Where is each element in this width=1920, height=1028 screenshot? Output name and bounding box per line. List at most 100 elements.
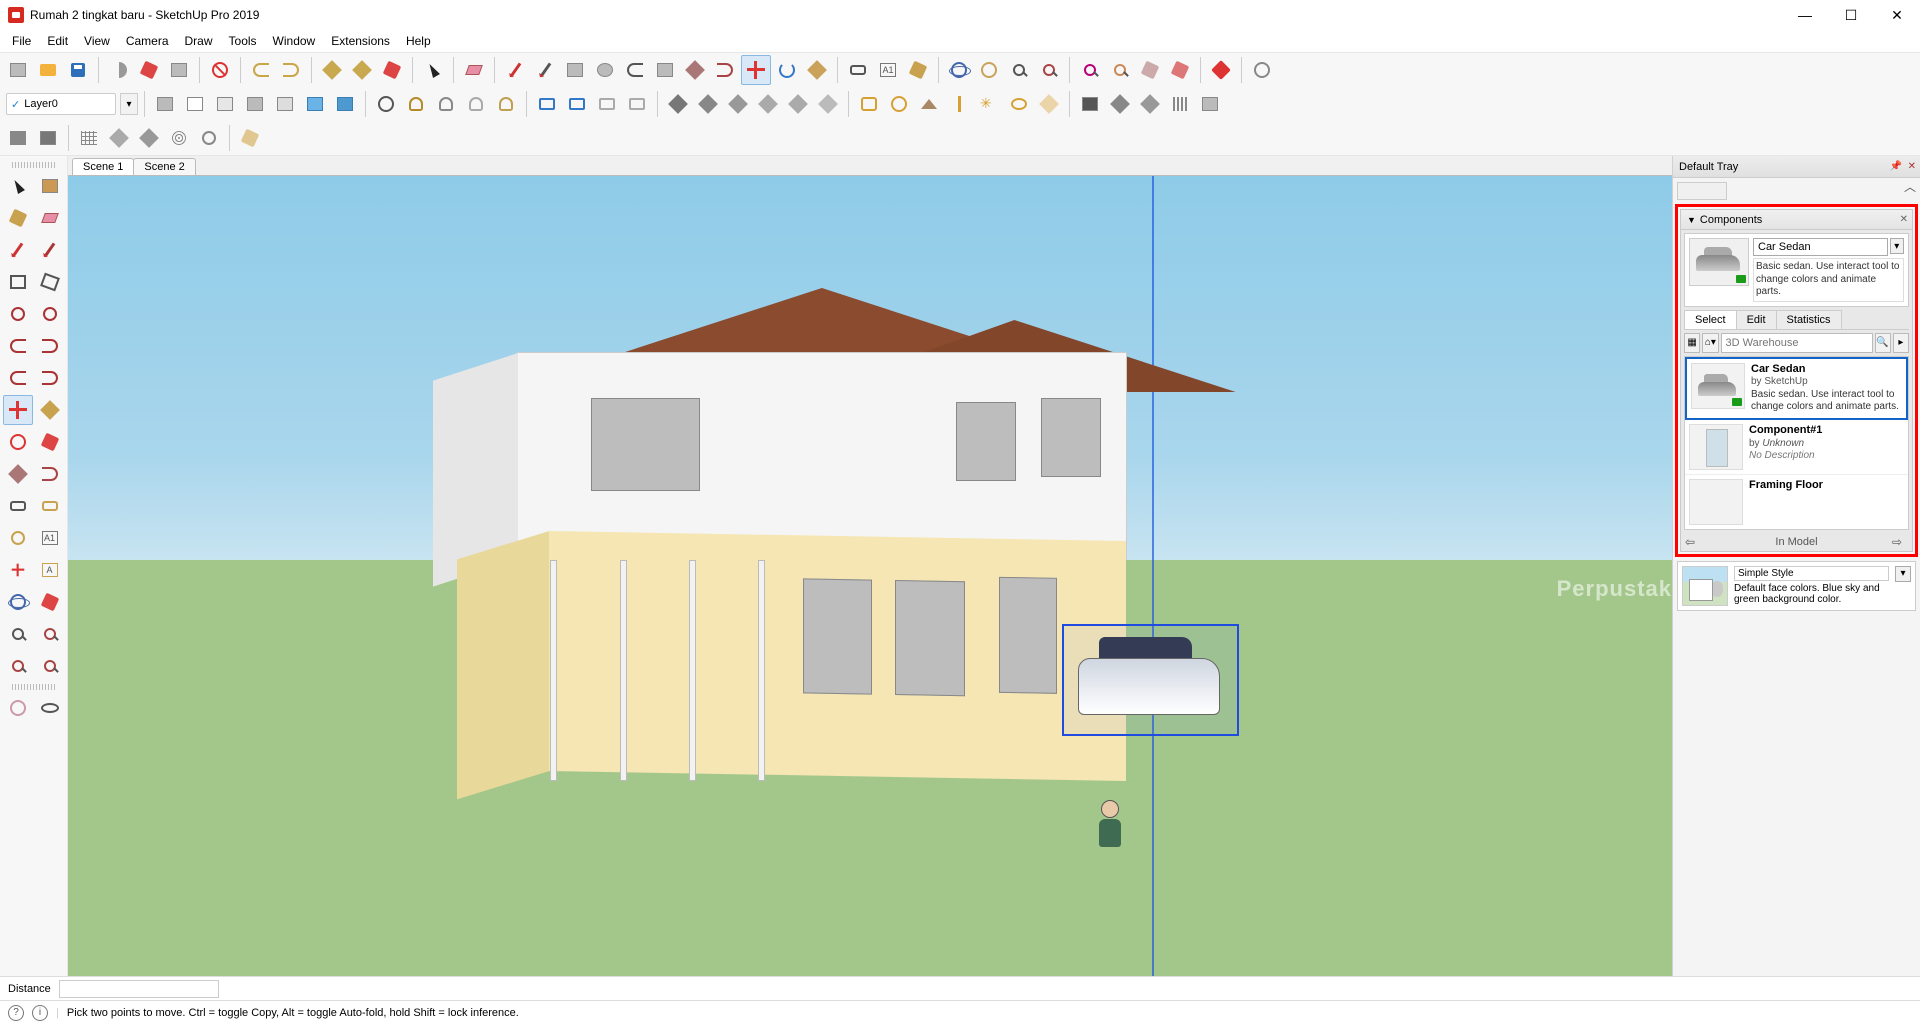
view-iso-icon[interactable]	[533, 90, 561, 118]
menu-draw[interactable]: Draw	[177, 32, 221, 50]
sandbox-8-icon[interactable]	[236, 124, 264, 152]
menu-edit[interactable]: Edit	[39, 32, 76, 50]
search-icon[interactable]: 🔍	[1875, 333, 1891, 353]
user-icon[interactable]	[1248, 56, 1276, 84]
tray-titlebar[interactable]: Default Tray 📌 ✕	[1673, 156, 1920, 178]
circle-icon[interactable]	[591, 56, 619, 84]
gems-icon[interactable]	[1207, 56, 1235, 84]
undo-icon[interactable]	[247, 56, 275, 84]
text-tool[interactable]: A1	[35, 523, 65, 553]
rect-icon[interactable]	[561, 56, 589, 84]
tray-pin-icon[interactable]: 📌	[1890, 161, 1902, 172]
arc3-tool[interactable]	[3, 363, 33, 393]
components-header[interactable]: ▼ Components ✕	[1681, 210, 1912, 230]
section-cut-icon[interactable]	[432, 90, 460, 118]
camera-4-icon[interactable]	[1166, 90, 1194, 118]
tray-subtab[interactable]	[1677, 182, 1727, 200]
face-style-1-icon[interactable]	[151, 90, 179, 118]
tape-tool[interactable]	[3, 491, 33, 521]
zoomext-icon[interactable]	[1035, 56, 1063, 84]
draw-icon[interactable]	[531, 56, 559, 84]
zoom-tool[interactable]	[3, 619, 33, 649]
pie-tool[interactable]	[35, 363, 65, 393]
sandbox-6-icon[interactable]	[165, 124, 193, 152]
paint-tool[interactable]	[3, 203, 33, 233]
shadow-2-icon[interactable]	[885, 90, 913, 118]
line-tool[interactable]	[3, 235, 33, 265]
view-top-icon[interactable]	[563, 90, 591, 118]
paste-icon[interactable]	[165, 56, 193, 84]
camera-5-icon[interactable]	[1196, 90, 1224, 118]
followme-tool[interactable]	[35, 427, 65, 457]
text-icon[interactable]: A1	[874, 56, 902, 84]
cut-icon[interactable]	[105, 56, 133, 84]
help-icon[interactable]: ?	[8, 1005, 24, 1021]
line-icon[interactable]	[501, 56, 529, 84]
toolbox-grip[interactable]	[12, 162, 55, 168]
sandbox-2-icon[interactable]	[34, 124, 62, 152]
circle-tool[interactable]	[3, 299, 33, 329]
view-front-icon[interactable]	[593, 90, 621, 118]
offset-icon[interactable]	[711, 56, 739, 84]
rotrect-tool[interactable]	[35, 267, 65, 297]
sandbox-4-icon[interactable]	[105, 124, 133, 152]
paint-icon[interactable]	[904, 56, 932, 84]
details-icon[interactable]: ▸	[1893, 333, 1909, 353]
style-name[interactable]: Simple Style	[1734, 566, 1889, 581]
sandbox-1-icon[interactable]	[4, 124, 32, 152]
copy-icon[interactable]	[135, 56, 163, 84]
camera-3-icon[interactable]	[1136, 90, 1164, 118]
info-icon[interactable]: i	[32, 1005, 48, 1021]
nav-next-icon[interactable]: ⇨	[1892, 535, 1908, 549]
solid-trim-icon[interactable]	[784, 90, 812, 118]
style-expand-toggle[interactable]: ▾	[1895, 566, 1911, 582]
axes-tool[interactable]	[3, 555, 33, 585]
prev-icon[interactable]	[1076, 56, 1104, 84]
protractor-tool[interactable]	[3, 523, 33, 553]
shadow-6-icon[interactable]	[1005, 90, 1033, 118]
move-tool[interactable]	[3, 395, 33, 425]
tab-statistics[interactable]: Statistics	[1776, 310, 1842, 329]
maximize-button[interactable]: ☐	[1828, 0, 1874, 30]
next-icon[interactable]	[1106, 56, 1134, 84]
orbit-tool[interactable]	[3, 587, 33, 617]
dim-tool[interactable]	[35, 491, 65, 521]
sandbox-7-icon[interactable]	[195, 124, 223, 152]
nav-prev-icon[interactable]: ⇦	[1685, 535, 1701, 549]
menu-window[interactable]: Window	[265, 32, 324, 50]
shadow-1-icon[interactable]	[855, 90, 883, 118]
menu-help[interactable]: Help	[398, 32, 439, 50]
save-icon[interactable]	[64, 56, 92, 84]
measurements-input[interactable]	[59, 980, 219, 998]
camera-2-icon[interactable]	[1106, 90, 1134, 118]
iso-icon[interactable]	[1136, 56, 1164, 84]
view-right-icon[interactable]	[623, 90, 651, 118]
toolbox-grip-2[interactable]	[12, 684, 55, 690]
solid-outer-icon[interactable]	[664, 90, 692, 118]
menu-view[interactable]: View	[76, 32, 118, 50]
face-style-3-icon[interactable]	[211, 90, 239, 118]
new-icon[interactable]	[4, 56, 32, 84]
close-button[interactable]: ✕	[1874, 0, 1920, 30]
pushpull-icon[interactable]	[681, 56, 709, 84]
scale-tool[interactable]	[3, 459, 33, 489]
viewport[interactable]: Perpustak	[68, 176, 1672, 976]
scale-icon[interactable]	[803, 56, 831, 84]
layer-dropdown-icon[interactable]: ▾	[120, 93, 138, 115]
list-item[interactable]: Component#1 by Unknown No Description	[1685, 420, 1908, 475]
section-plane-icon[interactable]	[372, 90, 400, 118]
eraser-tool[interactable]	[35, 203, 65, 233]
zoomwin-tool[interactable]	[35, 619, 65, 649]
freehand-tool[interactable]	[35, 235, 65, 265]
shadow-3-icon[interactable]	[915, 90, 943, 118]
solid-subtract-icon[interactable]	[754, 90, 782, 118]
layer-selector[interactable]: ✓ Layer0	[6, 93, 116, 115]
arc-icon[interactable]	[621, 56, 649, 84]
prev-tool[interactable]	[3, 651, 33, 681]
face-style-7-icon[interactable]	[331, 90, 359, 118]
menu-file[interactable]: File	[4, 32, 39, 50]
solid-intersect-icon[interactable]	[694, 90, 722, 118]
solid-union-icon[interactable]	[724, 90, 752, 118]
face-style-5-icon[interactable]	[271, 90, 299, 118]
menu-tools[interactable]: Tools	[221, 32, 265, 50]
